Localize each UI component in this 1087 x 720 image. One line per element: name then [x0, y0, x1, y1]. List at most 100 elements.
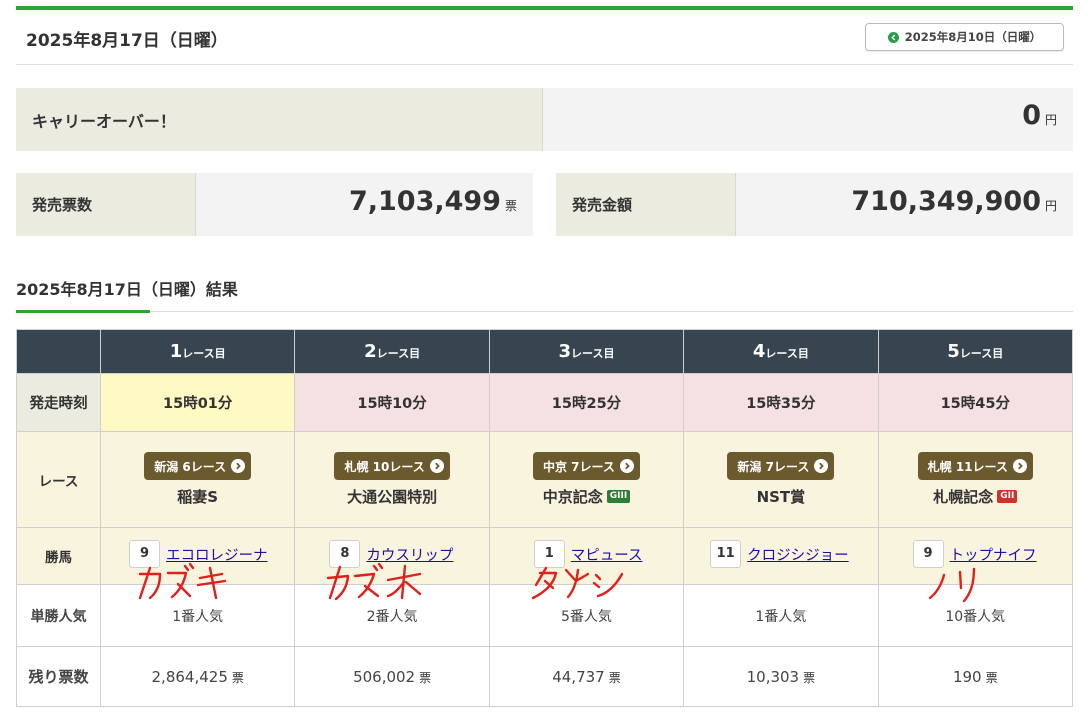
amount-label: 発売金額: [556, 173, 736, 236]
winner-entry: 8 カウスリップ: [329, 540, 453, 568]
page-header: 2025年8月17日（日曜） 2025年8月10日（日曜）: [16, 10, 1073, 65]
winner-entry: 1 マピュース: [533, 540, 643, 568]
race-cell: 新潟 6レース稲妻S: [99, 431, 296, 528]
start-time: 15時45分: [877, 373, 1074, 432]
prev-date-button[interactable]: 2025年8月10日（日曜）: [865, 23, 1064, 51]
venue-label: 新潟 7レース: [737, 459, 810, 474]
venue-badge-button[interactable]: 中京 7レース: [533, 452, 640, 480]
chevron-right-icon: [619, 459, 634, 473]
venue-label: 中京 7レース: [543, 459, 615, 474]
race-name: 稲妻S: [101, 486, 294, 507]
race-cell: 新潟 7レース NST賞: [683, 431, 879, 528]
venue-label: 札幌 11レース: [927, 459, 1008, 474]
time-row-label: 発走時刻: [16, 373, 101, 432]
horse-number: 9: [129, 540, 160, 568]
remaining-count: 44,737: [552, 667, 605, 686]
race-header-1: 1レース目: [99, 329, 296, 374]
start-time: 15時10分: [294, 373, 490, 432]
winner-row-label: 勝馬: [16, 527, 101, 585]
race-name: NST賞: [684, 486, 877, 507]
venue-badge-button[interactable]: 新潟 7レース: [727, 452, 835, 480]
remaining-unit: 票: [419, 670, 432, 685]
venue-badge-button[interactable]: 新潟 6レース: [144, 452, 252, 480]
tickets-panel: 発売票数 7,103,499 票: [16, 173, 533, 236]
race-number-suffix: レース目: [376, 347, 421, 360]
chevron-left-icon: [887, 31, 899, 43]
winner-entry: 9 トップナイフ: [912, 540, 1037, 568]
popularity-value: 10番人気: [877, 584, 1074, 647]
race-name-text: 稲妻S: [177, 488, 219, 506]
popularity-value: 1番人気: [683, 584, 879, 647]
remaining-row-label: 残り票数: [16, 646, 101, 707]
race-number-suffix: レース目: [182, 347, 226, 360]
winner-cell: 9 トップナイフ: [877, 527, 1074, 585]
results-divider-accent: [16, 310, 150, 313]
race-row-label: レース: [16, 431, 101, 528]
race-name: 札幌記念 GII: [879, 486, 1072, 507]
grade-badge: GII: [997, 490, 1018, 503]
amount-panel: 発売金額 710,349,900 円: [556, 173, 1073, 236]
tickets-label: 発売票数: [16, 173, 196, 236]
start-time: 15時01分: [99, 373, 296, 432]
remaining-value: 10,303 票: [683, 646, 879, 707]
start-time: 15時25分: [488, 373, 685, 432]
race-name: 大通公園特別: [295, 486, 488, 507]
race-number: 5: [947, 341, 960, 362]
remaining-count: 10,303: [746, 667, 800, 686]
remaining-count: 2,864,425: [151, 667, 228, 686]
horse-name-link[interactable]: エコロレジーナ: [166, 544, 268, 565]
winner-cell: 9 エコロレジーナ: [99, 527, 296, 585]
popularity-row-label: 単勝人気: [16, 584, 101, 647]
chevron-right-icon: [429, 459, 444, 473]
chevron-right-icon: [1012, 459, 1027, 473]
remaining-count: 190: [952, 667, 982, 686]
race-header-2: 2レース目: [294, 329, 490, 374]
winner-cell: 8 カウスリップ: [294, 527, 490, 585]
race-cell: 札幌 10レース大通公園特別: [294, 431, 490, 528]
venue-label: 新潟 6レース: [154, 459, 227, 474]
time-row: 発走時刻 15時01分 15時10分 15時25分 15時35分 15時45分: [16, 373, 1074, 432]
race-name-text: 札幌記念: [933, 488, 994, 506]
remaining-value: 506,002 票: [294, 646, 490, 707]
page-title: 2025年8月17日（日曜）: [26, 31, 228, 51]
race-header-row: 1レース目 2レース目 3レース目 4レース目 5レース目: [16, 329, 1074, 374]
horse-number: 9: [912, 540, 944, 568]
race-number: 4: [752, 341, 766, 362]
remaining-value: 2,864,425 票: [99, 646, 296, 707]
remaining-row: 残り票数 2,864,425 票 506,002 票 44,737 票 10,303 票 190 票: [16, 646, 1074, 707]
race-cell: 中京 7レース中京記念 GIII: [488, 431, 685, 528]
race-header-3: 3レース目: [488, 329, 685, 374]
race-number-suffix: レース目: [765, 347, 809, 360]
horse-name-link[interactable]: トップナイフ: [950, 544, 1037, 565]
amount-value: 710,349,900 円: [851, 186, 1057, 217]
horse-name-link[interactable]: カウスリップ: [366, 544, 453, 565]
race-name-text: 中京記念: [542, 488, 603, 506]
venue-badge-button[interactable]: 札幌 10レース: [334, 452, 450, 480]
horse-name-link[interactable]: マピュース: [571, 544, 643, 565]
table-corner: [16, 329, 101, 374]
tickets-value: 7,103,499 票: [348, 186, 517, 217]
results-divider: [16, 311, 1073, 312]
carryover-value: 0円: [1022, 100, 1057, 131]
horse-name-link[interactable]: クロジシジョー: [747, 544, 849, 565]
race-number: 2: [364, 341, 377, 362]
horse-number: 11: [710, 540, 742, 568]
remaining-unit: 票: [231, 670, 244, 685]
chevron-right-icon: [814, 459, 829, 473]
carryover-label: キャリーオーバー！: [16, 88, 543, 151]
race-name: 中京記念 GIII: [490, 486, 683, 507]
horse-number: 1: [533, 540, 565, 568]
remaining-unit: 票: [803, 670, 816, 685]
winner-entry: 9 エコロレジーナ: [129, 540, 268, 568]
race-number: 3: [558, 341, 572, 362]
remaining-value: 44,737 票: [488, 646, 685, 707]
race-name-text: NST賞: [756, 488, 806, 506]
chevron-right-icon: [231, 459, 246, 473]
race-header-4: 4レース目: [683, 329, 879, 374]
venue-badge-button[interactable]: 札幌 11レース: [917, 452, 1033, 480]
remaining-count: 506,002: [353, 667, 416, 686]
winner-cell: 11 クロジシジョー: [683, 527, 879, 585]
race-number-suffix: レース目: [571, 347, 615, 360]
prev-date-label: 2025年8月10日（日曜）: [904, 30, 1042, 44]
results-table: 1レース目 2レース目 3レース目 4レース目 5レース目 発走時刻 15時01分 15時10…: [16, 329, 1074, 707]
